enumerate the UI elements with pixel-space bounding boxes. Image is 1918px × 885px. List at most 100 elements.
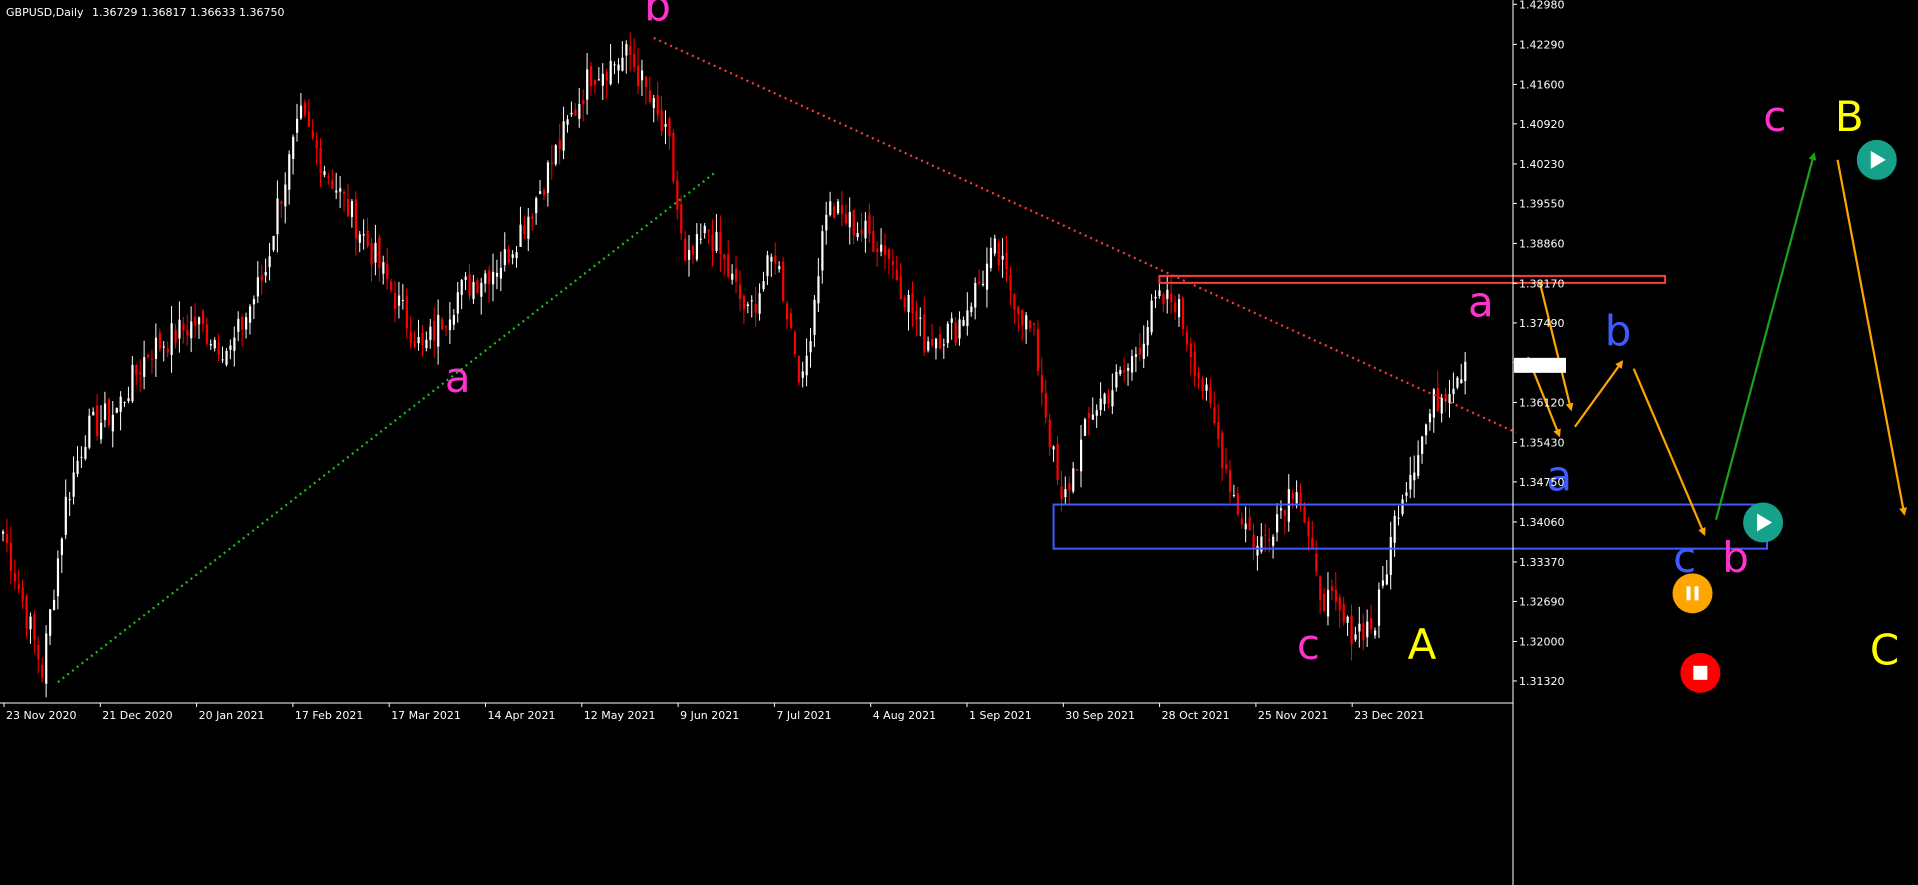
- candle-body: [868, 214, 871, 234]
- wave-label-b: b: [1605, 307, 1632, 356]
- candle-body: [245, 317, 248, 330]
- candle-body: [1185, 332, 1189, 345]
- candle-body: [331, 180, 334, 190]
- candle-body: [248, 306, 252, 323]
- candle-body: [17, 584, 20, 589]
- candle-body: [209, 344, 212, 346]
- candle-body: [268, 256, 271, 268]
- candle-body: [1326, 589, 1330, 617]
- y-tick-label: 1.37490: [1519, 317, 1565, 330]
- y-tick-label: 1.35430: [1519, 436, 1565, 449]
- candle-body: [1307, 521, 1310, 537]
- candle-body: [742, 296, 746, 310]
- candle: [1456, 375, 1459, 390]
- candle-body: [519, 224, 522, 247]
- candle-body: [1174, 302, 1177, 313]
- candle-body: [143, 357, 146, 377]
- candle-body: [923, 314, 926, 353]
- stop-icon: [1693, 665, 1708, 680]
- candle-body: [754, 304, 757, 313]
- candle-body: [417, 336, 420, 344]
- candle-body: [397, 295, 401, 306]
- candle-body: [574, 109, 577, 116]
- candle-body: [974, 282, 977, 308]
- candle-body: [860, 230, 863, 234]
- candle-body: [1232, 495, 1236, 497]
- candle-body: [688, 250, 691, 260]
- candle-body: [374, 242, 377, 263]
- candle-body: [1127, 367, 1130, 371]
- candle-body: [1201, 378, 1204, 392]
- candle-body: [1213, 407, 1216, 424]
- candle-body: [1256, 545, 1259, 556]
- candle-body: [378, 237, 381, 268]
- x-tick-label: 25 Nov 2021: [1258, 709, 1328, 722]
- wave-label-a: a: [1468, 278, 1494, 327]
- candle-body: [907, 294, 910, 313]
- candle-body: [76, 460, 79, 474]
- candle-body: [946, 323, 949, 344]
- candle: [782, 256, 785, 302]
- wave-label-c: c: [1763, 92, 1786, 141]
- candle-body: [825, 214, 828, 231]
- candle-body: [288, 154, 291, 190]
- candle-body: [566, 119, 569, 125]
- candle-body: [60, 538, 63, 555]
- candle-body: [45, 633, 48, 684]
- candle-body: [225, 350, 228, 365]
- candle-body: [170, 323, 173, 356]
- candle-body: [1001, 255, 1004, 260]
- candle-body: [558, 139, 561, 150]
- x-tick-label: 23 Dec 2021: [1354, 709, 1424, 722]
- candle-body: [1295, 492, 1298, 504]
- candle-body: [299, 105, 303, 119]
- symbol-label: GBPUSD,Daily: [6, 6, 84, 19]
- candle-body: [750, 300, 753, 302]
- candle-body: [390, 281, 393, 291]
- x-tick-label: 17 Feb 2021: [295, 709, 363, 722]
- candle-body: [891, 261, 895, 266]
- candle-body: [292, 136, 295, 159]
- candle-body: [786, 303, 789, 320]
- y-tick-label: 1.42290: [1519, 38, 1565, 51]
- candle-body: [633, 54, 636, 68]
- candle-body: [1315, 553, 1318, 572]
- candle-body: [1264, 534, 1267, 536]
- candle-body: [190, 321, 193, 339]
- candle-body: [738, 284, 742, 300]
- candle-body: [1044, 393, 1047, 418]
- candle-body: [903, 297, 906, 308]
- candle-body: [1240, 518, 1243, 525]
- candle-body: [64, 496, 67, 535]
- candle-body: [735, 268, 738, 282]
- candle: [793, 330, 797, 358]
- candle-body: [350, 201, 354, 217]
- candle-body: [1409, 474, 1412, 490]
- candle-body: [1397, 517, 1400, 519]
- candle-body: [707, 229, 710, 232]
- candle-body: [1068, 483, 1071, 491]
- candle-body: [37, 644, 40, 660]
- candle-body: [1248, 517, 1251, 531]
- candle-body: [1405, 492, 1408, 496]
- candle-body: [1225, 464, 1228, 469]
- candle-body: [872, 231, 875, 253]
- candle-body: [562, 121, 565, 151]
- stop-marker: [1680, 652, 1721, 693]
- candle-body: [429, 326, 432, 340]
- candle-body: [958, 319, 961, 339]
- candle-body: [644, 76, 648, 88]
- candle-body: [319, 147, 322, 174]
- candle-body: [966, 310, 969, 327]
- candle-body: [1283, 509, 1287, 516]
- candle-body: [715, 231, 718, 251]
- candle-body: [96, 405, 99, 436]
- candle-body: [934, 338, 938, 349]
- candle-body: [205, 324, 209, 344]
- candle-body: [401, 300, 405, 302]
- candle-body: [1381, 580, 1385, 586]
- candle-body: [1025, 315, 1028, 330]
- candle-body: [284, 184, 287, 207]
- candle-body: [1358, 623, 1361, 632]
- candle-body: [452, 315, 455, 325]
